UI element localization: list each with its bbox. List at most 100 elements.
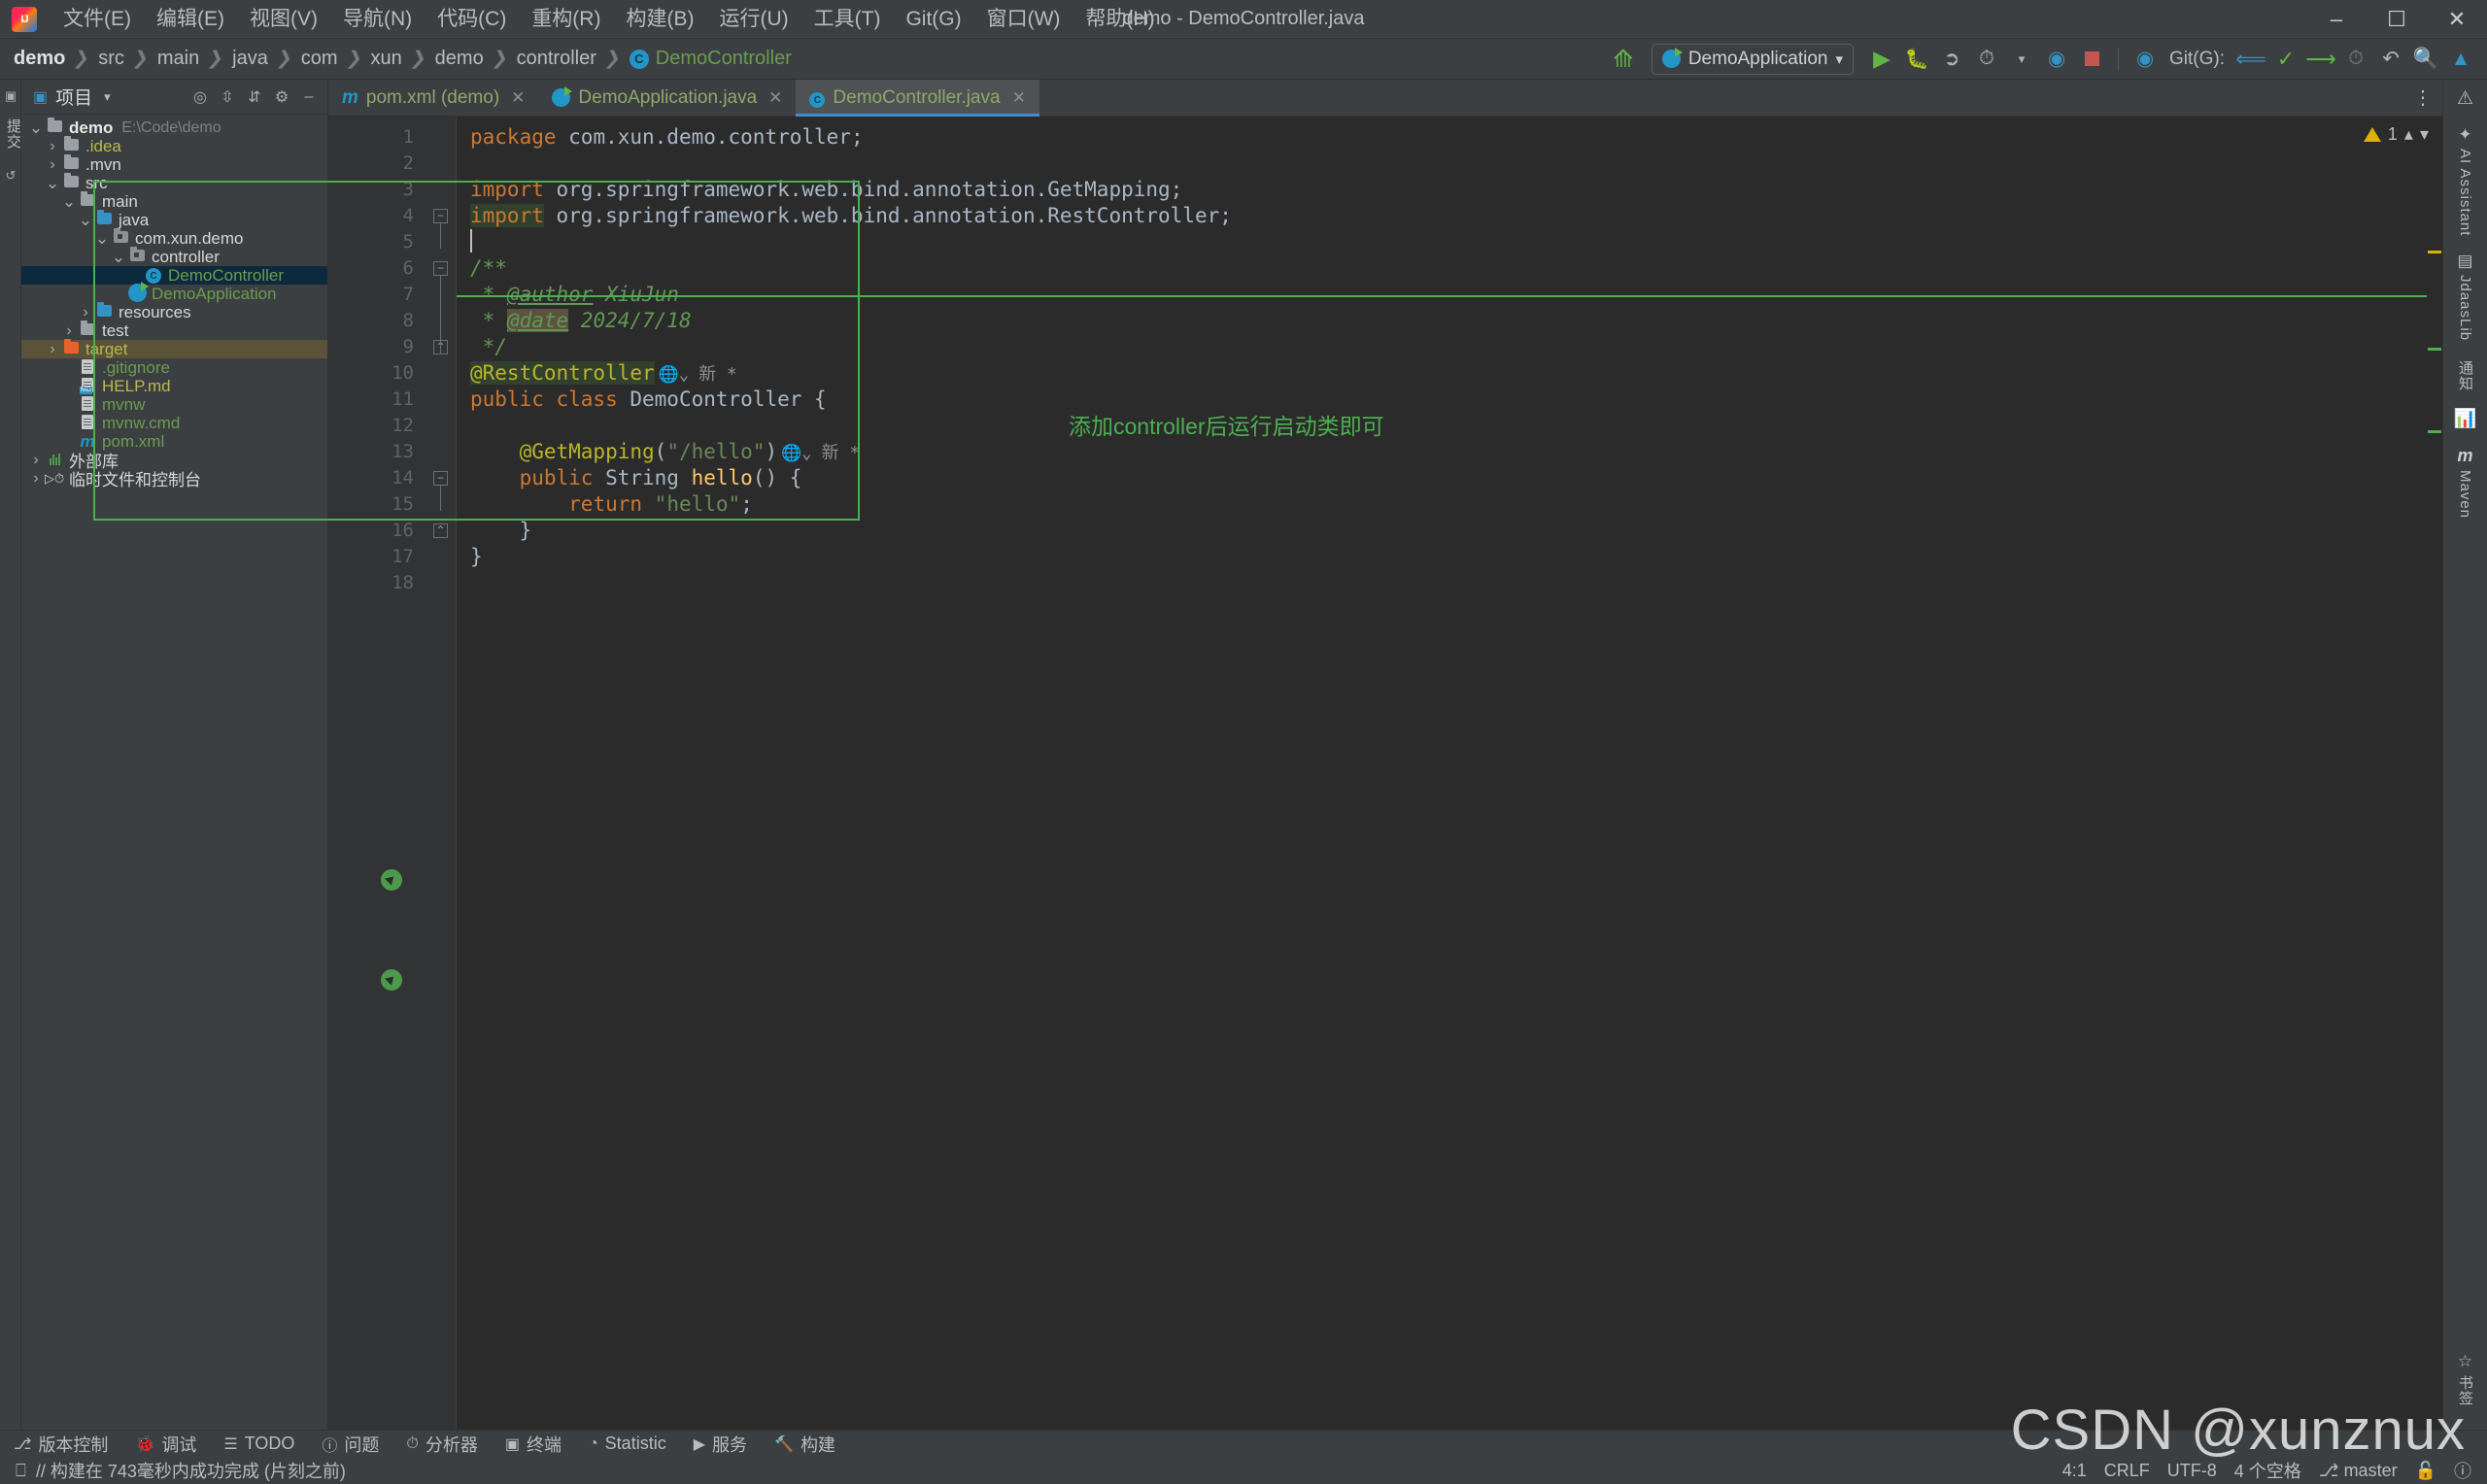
breadcrumb-item-3[interactable]: java bbox=[232, 48, 268, 70]
breadcrumb-item-2[interactable]: main bbox=[157, 48, 199, 70]
tree-item-democontroller[interactable]: C DemoController bbox=[21, 266, 327, 285]
tool-window-button-statistic[interactable]: ◔ Statistic bbox=[575, 1433, 680, 1454]
right-strip-ai-assistant[interactable]: ✦ AI Assistant bbox=[2457, 125, 2473, 236]
tool-window-button---[interactable]: ▶ 服务 bbox=[680, 1432, 761, 1457]
spring-dashboard-icon[interactable]: ◉ bbox=[2040, 43, 2073, 76]
close-icon[interactable]: ✕ bbox=[511, 88, 525, 108]
line-separator[interactable]: CRLF bbox=[2104, 1461, 2150, 1481]
chevron-right-icon[interactable]: › bbox=[27, 452, 45, 469]
right-strip-jdaaslib[interactable]: ▤ JdaasLib bbox=[2457, 252, 2473, 341]
tool-window-button-----[interactable]: ⎇ 版本控制 bbox=[0, 1432, 121, 1457]
tree-item-src[interactable]: ⌄ src bbox=[21, 173, 327, 192]
tree-item-mvnw-cmd[interactable]: mvnw.cmd bbox=[21, 414, 327, 432]
breadcrumb-item-8[interactable]: C DemoController bbox=[629, 48, 792, 70]
tree-item-demo[interactable]: ⌄ demo E:\Code\demo bbox=[21, 118, 327, 137]
fold-marker[interactable]: ⌃ bbox=[433, 523, 448, 538]
menu-item-0[interactable]: 文件(E) bbox=[51, 4, 144, 34]
chevron-down-icon[interactable]: ⌄ bbox=[93, 230, 111, 247]
rollback-icon[interactable]: ↶ bbox=[2374, 43, 2407, 76]
breadcrumb-item-0[interactable]: demo bbox=[14, 48, 65, 70]
tree-item-help-md[interactable]: MD HELP.md bbox=[21, 377, 327, 395]
pull-request-icon[interactable]: ↺ bbox=[0, 163, 21, 188]
tree-item-controller[interactable]: ⌄ controller bbox=[21, 247, 327, 266]
collapse-all-icon[interactable]: ⇵ bbox=[242, 84, 267, 110]
breadcrumb-item-6[interactable]: demo bbox=[435, 48, 484, 70]
chevron-down-icon[interactable]: ⌄ bbox=[60, 193, 78, 210]
chevron-down-icon[interactable]: ⌄ bbox=[77, 212, 94, 228]
settings-gear-icon[interactable]: ⚙ bbox=[269, 84, 294, 110]
tree-item-mvnw[interactable]: mvnw bbox=[21, 395, 327, 414]
tree-item-demoapplication[interactable]: DemoApplication bbox=[21, 281, 327, 303]
editor-tab-demoapplication-java[interactable]: DemoApplication.java ✕ bbox=[538, 80, 796, 116]
run-with-coverage-icon[interactable]: ➲ bbox=[1935, 43, 1968, 76]
tool-window-button----[interactable]: ⏱ 分析器 bbox=[392, 1432, 491, 1457]
tree-item-resources[interactable]: › resources bbox=[21, 302, 327, 321]
minimize-icon[interactable]: – bbox=[2306, 0, 2367, 39]
tree-item--gitignore[interactable]: .gitignore bbox=[21, 358, 327, 377]
menu-item-6[interactable]: 构建(B) bbox=[613, 4, 706, 34]
tool-window-button---[interactable]: 🔨 构建 bbox=[761, 1432, 849, 1457]
tree-item-test[interactable]: › test bbox=[21, 320, 327, 340]
menu-item-1[interactable]: 编辑(E) bbox=[144, 4, 237, 34]
menu-item-10[interactable]: 窗口(W) bbox=[974, 4, 1073, 34]
tree-item-main[interactable]: ⌄ main bbox=[21, 191, 327, 211]
menu-item-11[interactable]: 帮助(H) bbox=[1073, 4, 1167, 34]
profiler-dropdown-icon[interactable]: ▾ bbox=[2005, 43, 2038, 76]
editor-tab-democontroller-java[interactable]: C DemoController.java ✕ bbox=[796, 80, 1040, 117]
notifications-icon[interactable]: ⚠ bbox=[2457, 87, 2473, 110]
tree-item-target[interactable]: › target bbox=[21, 339, 327, 358]
tool-window-button---[interactable]: 🐞 调试 bbox=[121, 1432, 210, 1457]
notification-icon[interactable]: ⓘ bbox=[2454, 1458, 2471, 1483]
caret-position[interactable]: 4:1 bbox=[2062, 1461, 2087, 1481]
tool-window-button---[interactable]: ⓘ 问题 bbox=[308, 1432, 392, 1457]
error-stripe-markers[interactable] bbox=[2427, 153, 2442, 1430]
hide-icon[interactable]: – bbox=[296, 84, 322, 110]
git-menu-label[interactable]: Git(G): bbox=[2169, 49, 2225, 70]
tool-window-button-todo[interactable]: ☰ TODO bbox=[210, 1433, 308, 1454]
menu-item-7[interactable]: 运行(U) bbox=[706, 4, 801, 34]
right-strip-maven[interactable]: m Maven bbox=[2457, 446, 2473, 519]
close-icon[interactable]: ✕ bbox=[1012, 88, 1026, 108]
debug-icon[interactable]: 🐛 bbox=[1900, 43, 1933, 76]
profiler-icon[interactable]: ⏱ bbox=[1970, 43, 2003, 76]
chevron-right-icon[interactable]: › bbox=[44, 156, 61, 174]
history-icon[interactable]: ⏱ bbox=[2339, 43, 2372, 76]
menu-item-4[interactable]: 代码(C) bbox=[425, 4, 519, 34]
run-icon[interactable]: ▶ bbox=[1865, 43, 1898, 76]
inspection-widget[interactable]: 1 ▴ ▾ bbox=[2363, 124, 2429, 145]
indent-setting[interactable]: 4 个空格 bbox=[2234, 1458, 2301, 1483]
chevron-right-icon[interactable]: › bbox=[60, 322, 78, 340]
breadcrumb-item-7[interactable]: controller bbox=[517, 48, 596, 70]
spring-boot-icon[interactable]: ◉ bbox=[2129, 43, 2162, 76]
maximize-icon[interactable]: ☐ bbox=[2367, 0, 2427, 39]
right-strip-bookmarks[interactable]: ☆ 书签 bbox=[2455, 1352, 2475, 1406]
tree-item-com-xun-demo[interactable]: ⌄ com.xun.demo bbox=[21, 228, 327, 248]
git-update-icon[interactable]: ⟸ bbox=[2234, 43, 2267, 76]
editor-tab-pom-xml--demo-[interactable]: m pom.xml (demo) ✕ bbox=[328, 80, 538, 116]
locate-icon[interactable]: ◎ bbox=[187, 84, 213, 110]
close-icon[interactable]: ✕ bbox=[768, 88, 782, 108]
tree-item---------[interactable]: › ▷⏱ 临时文件和控制台 bbox=[21, 469, 327, 490]
more-options-icon[interactable]: ⋮ bbox=[2403, 80, 2442, 116]
git-push-icon[interactable]: ⟶ bbox=[2304, 43, 2337, 76]
breadcrumb-item-5[interactable]: xun bbox=[370, 48, 401, 70]
tool-window-button---[interactable]: ▣ 终端 bbox=[492, 1432, 575, 1457]
menu-item-9[interactable]: Git(G) bbox=[893, 4, 973, 34]
menu-item-8[interactable]: 工具(T) bbox=[801, 4, 894, 34]
chevron-down-icon[interactable]: ▾ bbox=[2420, 124, 2429, 145]
run-gutter-icon[interactable] bbox=[376, 864, 407, 895]
right-strip-notifications[interactable]: 通知 bbox=[2455, 356, 2475, 391]
close-icon[interactable]: ✕ bbox=[2427, 0, 2487, 39]
project-icon[interactable]: ▣ bbox=[0, 84, 21, 109]
run-configuration-selector[interactable]: DemoApplication ▾ bbox=[1651, 43, 1854, 75]
tree-item--mvn[interactable]: › .mvn bbox=[21, 154, 327, 174]
menu-item-3[interactable]: 导航(N) bbox=[330, 4, 425, 34]
fold-marker[interactable]: − bbox=[433, 209, 448, 223]
tree-item--idea[interactable]: › .idea bbox=[21, 136, 327, 155]
unlocked-icon[interactable]: 🔓 bbox=[2415, 1461, 2436, 1481]
git-commit-icon[interactable]: ✓ bbox=[2269, 43, 2302, 76]
back-arrow-icon[interactable]: ⟰ bbox=[1607, 43, 1640, 76]
web-endpoint-icon[interactable]: 🌐⌄ bbox=[659, 362, 689, 388]
fold-marker[interactable]: − bbox=[433, 471, 448, 486]
chevron-down-icon[interactable]: ▾ bbox=[104, 89, 111, 105]
